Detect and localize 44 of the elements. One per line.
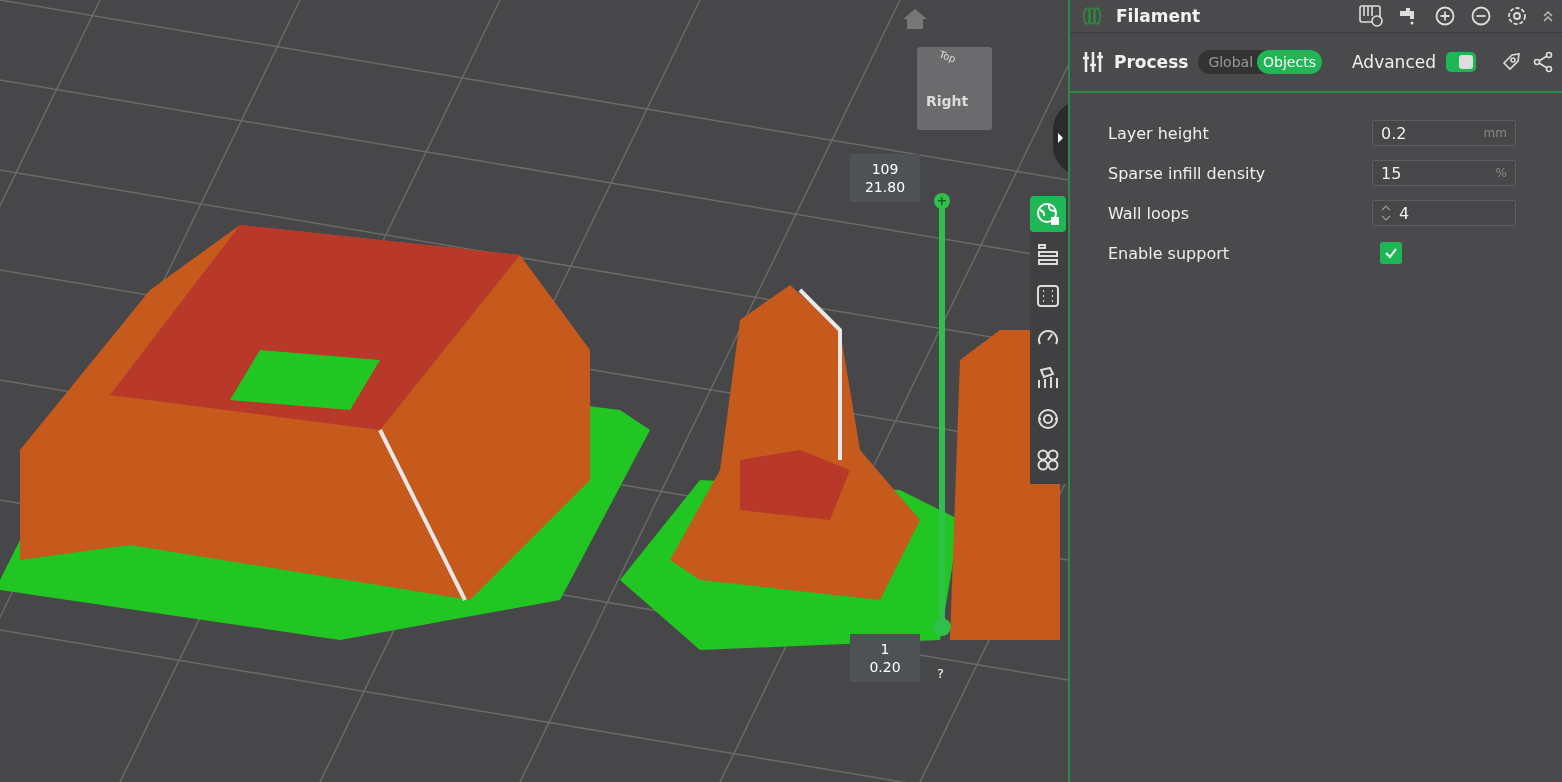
process-title: Process — [1114, 52, 1189, 72]
dotted-frame-icon — [1036, 284, 1060, 308]
ams-sync-icon[interactable] — [1358, 4, 1384, 28]
globe-icon — [1036, 202, 1060, 226]
view-cube[interactable]: Top Right — [917, 47, 992, 130]
filament-spool-icon — [1082, 6, 1102, 26]
layer-height: 0.20 — [869, 658, 901, 676]
3d-viewport[interactable]: Top Right 109 21.80 1 0.20 ? — [0, 0, 1068, 782]
setting-input[interactable]: 15 % — [1372, 160, 1516, 186]
scope-tab[interactable]: Global — [1198, 50, 1258, 74]
support-icon — [1036, 366, 1060, 390]
rocket-icon[interactable] — [1500, 51, 1522, 73]
checkmark-icon — [1384, 246, 1398, 260]
advanced-label: Advanced — [1352, 52, 1436, 72]
setting-spin-input[interactable]: 4 — [1372, 200, 1516, 226]
layer-height: 21.80 — [864, 178, 906, 196]
settings-icon[interactable] — [1506, 5, 1528, 27]
filament-title: Filament — [1116, 6, 1201, 26]
help-link[interactable]: ? — [937, 666, 944, 681]
unit-label: mm — [1483, 126, 1507, 140]
cube-top-label: Top — [937, 48, 958, 65]
sliders-icon — [1082, 50, 1104, 74]
layer-number: 109 — [871, 160, 899, 178]
target-icon — [1036, 407, 1060, 431]
spin-arrows-icon[interactable] — [1381, 204, 1391, 222]
remove-icon[interactable] — [1470, 5, 1492, 27]
advanced-toggle[interactable] — [1446, 52, 1476, 72]
lower-slider-handle[interactable] — [933, 618, 951, 636]
setting-input[interactable]: 0.2 mm — [1372, 120, 1516, 146]
collapse-icon[interactable] — [1542, 8, 1554, 24]
setting-checkbox[interactable] — [1380, 242, 1402, 264]
cube-face-label: Right — [926, 93, 969, 109]
setting-label: Wall loops — [1108, 203, 1190, 223]
add-icon[interactable] — [1434, 5, 1456, 27]
setting-label: Sparse infill density — [1108, 163, 1266, 183]
layer-number: 1 — [880, 640, 890, 658]
unit-label: % — [1495, 166, 1507, 180]
setting-label: Enable support — [1108, 243, 1229, 263]
layers-icon — [1036, 243, 1060, 267]
paint-tool-button[interactable] — [1030, 196, 1066, 232]
clover-icon — [1036, 448, 1060, 472]
setting-label: Layer height — [1108, 123, 1209, 143]
share-icon[interactable] — [1532, 51, 1554, 73]
upper-slider-handle[interactable] — [934, 193, 950, 209]
